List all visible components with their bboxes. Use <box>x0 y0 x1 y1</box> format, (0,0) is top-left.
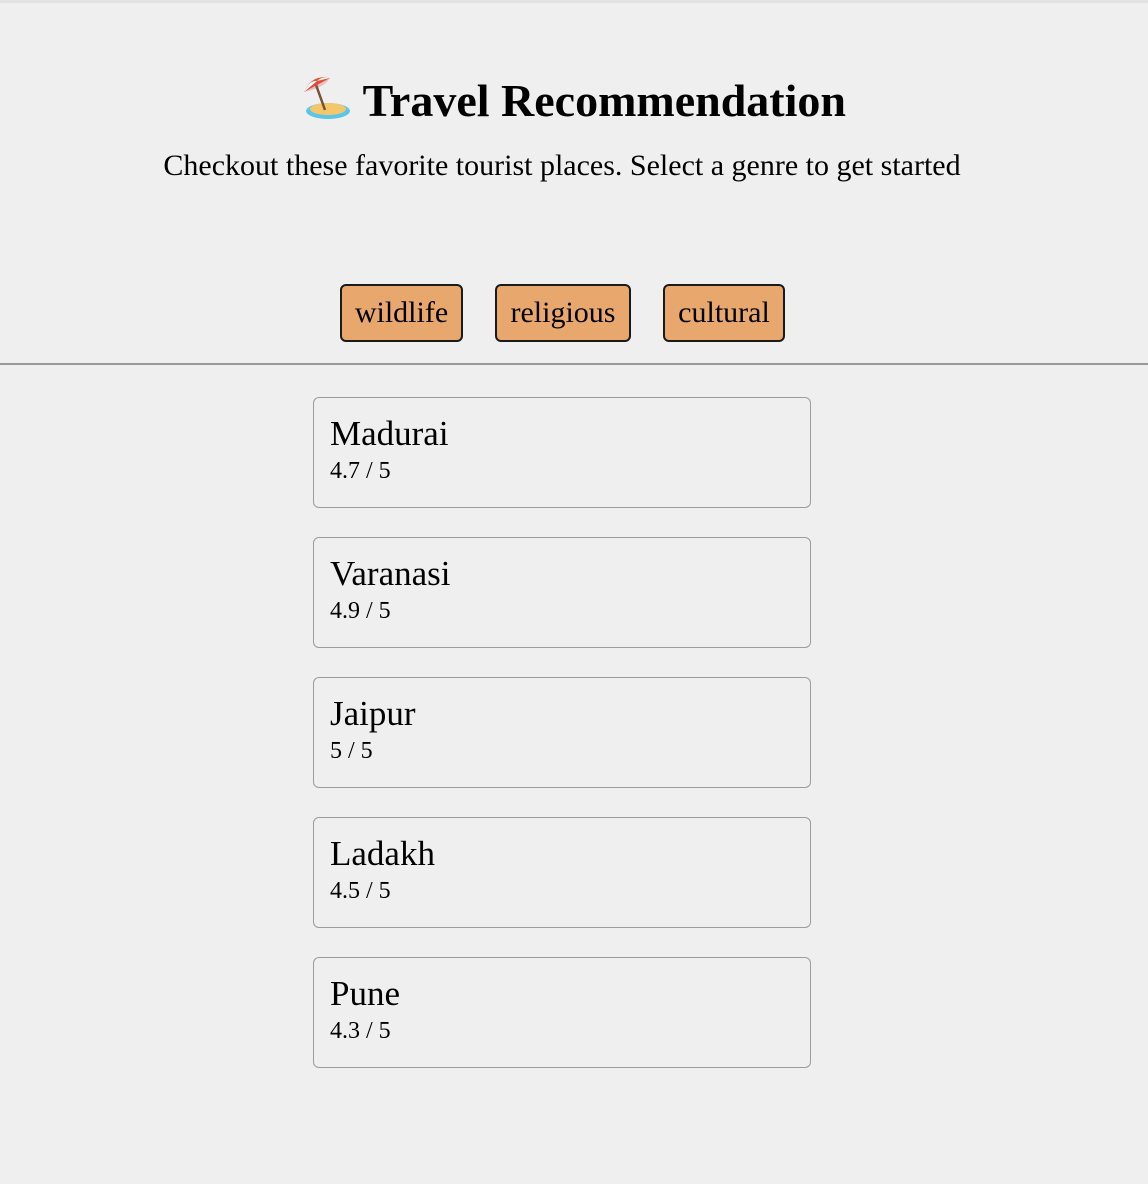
genre-button-cultural[interactable]: cultural <box>663 284 785 342</box>
place-card: Jaipur 5 / 5 <box>313 677 811 788</box>
place-rating: 4.5 / 5 <box>330 878 391 904</box>
place-card: Varanasi 4.9 / 5 <box>313 537 811 648</box>
genre-button-group: wildlife religious cultural <box>0 284 1148 346</box>
genre-button-wildlife[interactable]: wildlife <box>340 284 463 342</box>
place-rating: 5 / 5 <box>330 738 373 764</box>
place-name: Jaipur <box>330 694 416 733</box>
place-card: Madurai 4.7 / 5 <box>313 397 811 508</box>
title-text: Travel Recommendation <box>362 75 846 126</box>
place-name: Madurai <box>330 414 449 453</box>
page-subtitle: Checkout these favorite tourist places. … <box>163 149 961 182</box>
place-card: Pune 4.3 / 5 <box>313 957 811 1068</box>
place-list: Madurai 4.7 / 5 Varanasi 4.9 / 5 Jaipur … <box>313 397 811 1097</box>
place-name: Ladakh <box>330 834 435 873</box>
place-rating: 4.9 / 5 <box>330 598 391 624</box>
place-rating: 4.3 / 5 <box>330 1018 391 1044</box>
place-name: Pune <box>330 974 400 1013</box>
beach-umbrella-icon <box>302 68 352 132</box>
top-rule <box>0 0 1148 3</box>
genre-button-religious[interactable]: religious <box>495 284 631 342</box>
page-title: Travel Recommendation <box>0 68 1148 133</box>
place-card: Ladakh 4.5 / 5 <box>313 817 811 928</box>
divider <box>0 363 1148 365</box>
place-rating: 4.7 / 5 <box>330 458 391 484</box>
place-name: Varanasi <box>330 554 451 593</box>
